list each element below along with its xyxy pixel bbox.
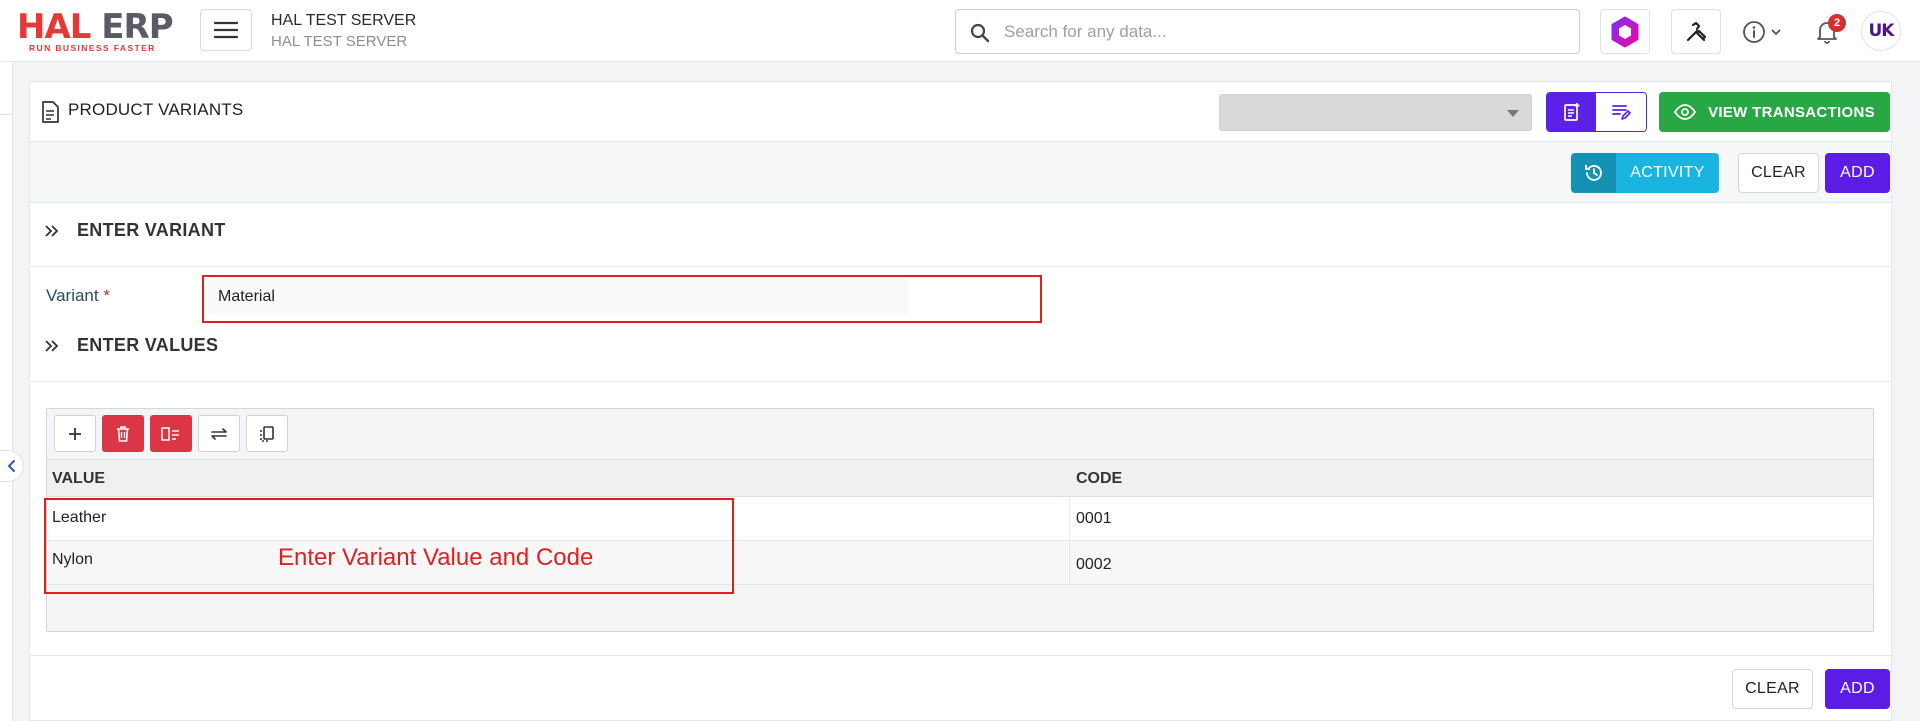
delete-all-button[interactable] bbox=[150, 415, 192, 452]
page-title: PRODUCT VARIANTS bbox=[68, 100, 244, 119]
global-search bbox=[955, 9, 1580, 54]
grid-toolbar bbox=[47, 409, 1873, 459]
info-menu-button[interactable] bbox=[1742, 12, 1782, 52]
tools-button[interactable] bbox=[1671, 9, 1721, 54]
app-launcher-button[interactable] bbox=[1600, 9, 1650, 54]
view-transactions-label: VIEW TRANSACTIONS bbox=[1708, 103, 1875, 121]
enter-variant-section-header[interactable]: ENTER VARIANT bbox=[30, 203, 1891, 255]
enter-values-title: ENTER VALUES bbox=[77, 335, 219, 355]
notification-count-badge: 2 bbox=[1828, 14, 1846, 32]
add-button-top[interactable]: ADD bbox=[1825, 153, 1890, 193]
activity-label: ACTIVITY bbox=[1616, 153, 1719, 193]
hal-erp-logo[interactable]: HAL ERP RUN BUSINESS FASTER bbox=[17, 7, 183, 53]
top-bar: HAL ERP RUN BUSINESS FASTER HAL TEST SER… bbox=[0, 0, 1920, 62]
section-divider bbox=[30, 381, 1891, 382]
section-divider bbox=[30, 266, 1891, 267]
highlight-box-values bbox=[44, 498, 734, 594]
notifications-button[interactable]: 2 bbox=[1812, 12, 1846, 52]
server-info: HAL TEST SERVER HAL TEST SERVER bbox=[271, 12, 416, 51]
menu-toggle-button[interactable] bbox=[200, 9, 252, 51]
chevron-left-icon bbox=[7, 460, 15, 472]
column-header-value[interactable]: VALUE bbox=[52, 470, 105, 488]
eye-icon bbox=[1674, 104, 1697, 120]
left-sidebar-rail bbox=[0, 62, 13, 721]
cell-code[interactable]: 0001 bbox=[1076, 510, 1112, 528]
double-chevron-right-icon bbox=[45, 225, 59, 237]
column-header-code[interactable]: CODE bbox=[1076, 470, 1122, 488]
footer-divider bbox=[30, 655, 1891, 656]
double-chevron-right-icon bbox=[45, 340, 59, 352]
swap-button[interactable] bbox=[198, 415, 240, 452]
search-icon bbox=[970, 23, 990, 43]
delete-row-button[interactable] bbox=[102, 415, 144, 452]
cell-code[interactable]: 0002 bbox=[1076, 556, 1112, 574]
search-input[interactable] bbox=[1004, 10, 1564, 53]
server-subtitle: HAL TEST SERVER bbox=[271, 33, 408, 50]
swap-icon bbox=[211, 427, 227, 440]
copy-button[interactable] bbox=[246, 415, 288, 452]
trash-icon bbox=[117, 425, 129, 442]
select-caret-icon bbox=[1507, 110, 1519, 117]
highlight-box-variant bbox=[202, 275, 1042, 323]
required-asterisk: * bbox=[103, 286, 110, 305]
clear-button-bottom[interactable]: CLEAR bbox=[1732, 669, 1813, 709]
new-document-button[interactable] bbox=[1547, 93, 1597, 131]
grid-header-row: VALUE CODE bbox=[47, 459, 1873, 497]
user-avatar[interactable]: UK bbox=[1861, 11, 1901, 51]
logo-wordmark: HAL ERP bbox=[17, 7, 174, 47]
server-name: HAL TEST SERVER bbox=[271, 12, 417, 29]
add-document-icon bbox=[1563, 103, 1579, 121]
product-variants-card: PRODUCT VARIANTS VIEW TRANSACTIONS ACTIV… bbox=[29, 81, 1892, 721]
activity-button[interactable]: ACTIVITY bbox=[1571, 153, 1719, 193]
enter-values-section-header[interactable]: ENTER VALUES bbox=[30, 318, 1891, 370]
chevron-down-icon bbox=[1771, 29, 1781, 36]
hexagon-app-icon bbox=[1611, 16, 1639, 47]
edit-list-icon bbox=[1612, 105, 1631, 120]
delete-list-icon bbox=[161, 426, 179, 441]
tools-icon bbox=[1686, 21, 1707, 41]
clear-button-top[interactable]: CLEAR bbox=[1738, 153, 1819, 193]
sidebar-expand-button[interactable] bbox=[0, 450, 24, 482]
card-header: PRODUCT VARIANTS VIEW TRANSACTIONS bbox=[30, 82, 1891, 142]
plus-icon bbox=[69, 427, 81, 440]
hamburger-icon bbox=[214, 21, 238, 39]
variant-field-label: Variant * bbox=[46, 286, 110, 305]
edit-list-button[interactable] bbox=[1596, 93, 1646, 131]
activity-icon-wrap bbox=[1571, 153, 1616, 193]
enter-variant-title: ENTER VARIANT bbox=[77, 220, 226, 240]
info-icon bbox=[1743, 21, 1765, 43]
document-icon bbox=[42, 101, 59, 123]
add-button-bottom[interactable]: ADD bbox=[1825, 669, 1890, 709]
view-transactions-button[interactable]: VIEW TRANSACTIONS bbox=[1659, 92, 1890, 132]
add-row-button[interactable] bbox=[54, 415, 96, 452]
rail-divider bbox=[0, 114, 13, 115]
column-divider bbox=[1069, 497, 1070, 585]
action-bar: ACTIVITY CLEAR ADD bbox=[30, 142, 1891, 203]
view-toggle-group bbox=[1546, 92, 1647, 132]
history-icon bbox=[1584, 165, 1602, 181]
record-select[interactable] bbox=[1219, 94, 1532, 131]
copy-icon bbox=[260, 425, 274, 442]
